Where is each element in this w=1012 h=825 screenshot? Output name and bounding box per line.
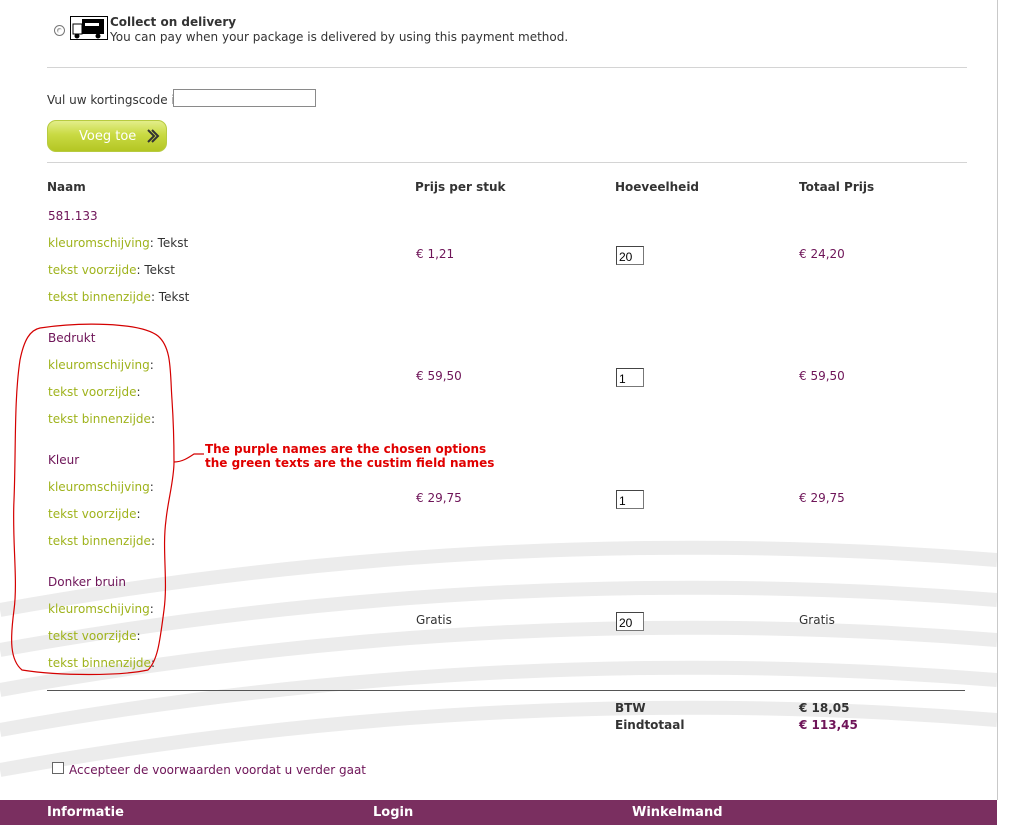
footer-nav: Informatie Login Winkelmand xyxy=(0,800,997,825)
annotation-outline xyxy=(11,323,204,676)
page-right-border xyxy=(997,0,998,800)
grand-total-value: € 113,45 xyxy=(799,718,858,732)
footer-link-winkelmand[interactable]: Winkelmand xyxy=(632,805,723,820)
terms-label[interactable]: Accepteer de voorwaarden voordat u verde… xyxy=(69,763,366,777)
tax-value: € 18,05 xyxy=(799,701,850,715)
grand-total-label: Eindtotaal xyxy=(615,718,685,732)
terms-checkbox[interactable] xyxy=(52,762,64,774)
tax-label: BTW xyxy=(615,701,646,715)
footer-link-login[interactable]: Login xyxy=(373,805,413,820)
footer-link-informatie[interactable]: Informatie xyxy=(47,805,124,820)
annotation-text: The purple names are the chosen options … xyxy=(205,442,495,470)
totals-divider xyxy=(47,690,965,691)
